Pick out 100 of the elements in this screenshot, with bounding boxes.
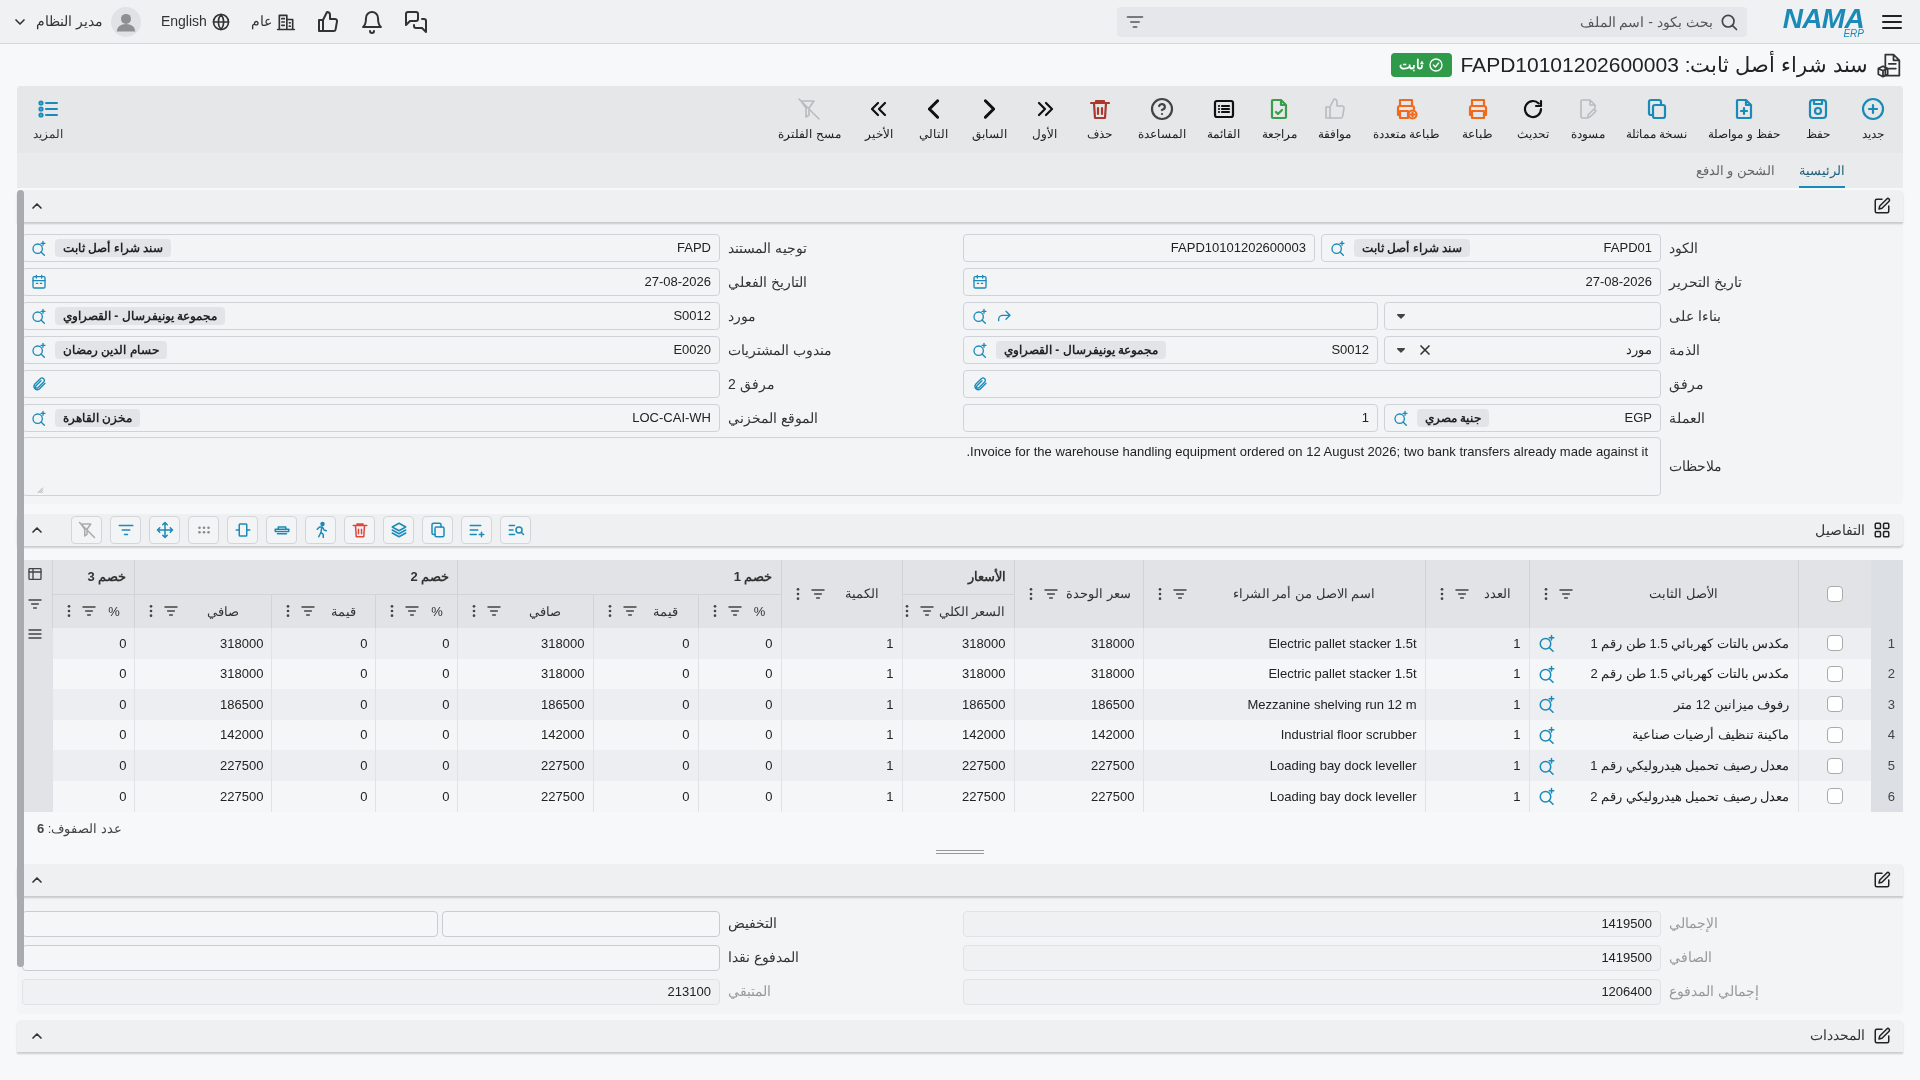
clear-icon[interactable] bbox=[1417, 342, 1433, 358]
input-field[interactable] bbox=[22, 910, 438, 937]
menu-icon[interactable] bbox=[26, 626, 43, 642]
calendar-icon[interactable] bbox=[972, 274, 988, 290]
run-button[interactable] bbox=[305, 516, 336, 544]
more-button[interactable]: المزيد bbox=[25, 96, 71, 143]
text-field[interactable]: 1 bbox=[963, 404, 1378, 432]
edit-icon[interactable] bbox=[1873, 1026, 1891, 1045]
row-checkbox[interactable] bbox=[1826, 788, 1843, 805]
refresh-button[interactable]: تحديث bbox=[1511, 90, 1555, 149]
search-plus-icon[interactable] bbox=[1393, 410, 1409, 426]
select-field[interactable]: مورد bbox=[1384, 336, 1661, 364]
edit-icon[interactable] bbox=[1873, 870, 1891, 889]
search-plus-icon[interactable] bbox=[31, 342, 47, 358]
calendar-icon[interactable] bbox=[31, 274, 47, 290]
input-field[interactable] bbox=[442, 910, 720, 937]
search-plus-icon[interactable] bbox=[1537, 726, 1556, 745]
column-header[interactable]: العدد bbox=[1473, 584, 1521, 604]
insert-row-button[interactable] bbox=[266, 516, 297, 544]
clear-filter-button[interactable] bbox=[71, 516, 102, 544]
paperclip-icon[interactable] bbox=[31, 376, 47, 392]
column-header[interactable]: صافي bbox=[183, 601, 264, 621]
delete-button[interactable]: حذف bbox=[1077, 90, 1122, 149]
search-plus-icon[interactable] bbox=[31, 308, 47, 324]
select-all-checkbox[interactable] bbox=[1826, 586, 1843, 602]
date-field[interactable]: 27-08-2026 bbox=[22, 268, 720, 296]
search-plus-icon[interactable] bbox=[1330, 240, 1346, 256]
save-button[interactable]: حفظ bbox=[1796, 90, 1840, 149]
multi-print-button[interactable]: طباعة متعددة bbox=[1367, 90, 1445, 149]
branch-button[interactable]: عام bbox=[250, 11, 296, 32]
column-header[interactable]: صافي bbox=[506, 601, 585, 621]
search-plus-icon[interactable] bbox=[1537, 787, 1556, 806]
duplicate-button[interactable]: نسخة مماثلة bbox=[1621, 90, 1693, 149]
copy-row-button[interactable] bbox=[422, 516, 453, 544]
list-button[interactable]: القائمة bbox=[1201, 90, 1246, 149]
paperclip-icon[interactable] bbox=[972, 376, 988, 392]
notes-field[interactable]: Invoice for the warehouse handling equipment ordered on 12 August 2026; two bank transfers already made against it. bbox=[22, 437, 1661, 496]
reference-field[interactable] bbox=[963, 302, 1378, 330]
grid-dots-button[interactable] bbox=[188, 516, 219, 544]
column-header[interactable]: اسم الاصل من أمر الشراء bbox=[1191, 584, 1417, 604]
column-header[interactable]: الكمية bbox=[829, 584, 894, 604]
search-plus-icon[interactable] bbox=[972, 342, 988, 358]
resize-handle[interactable] bbox=[936, 849, 984, 854]
table-icon[interactable] bbox=[26, 566, 43, 582]
share-icon[interactable] bbox=[996, 308, 1012, 324]
select-field[interactable] bbox=[1384, 302, 1661, 330]
search-plus-icon[interactable] bbox=[1537, 756, 1556, 775]
user-menu-button[interactable]: مدير النظام bbox=[12, 6, 141, 37]
search-plus-icon[interactable] bbox=[31, 240, 47, 256]
help-button[interactable]: المساعدة bbox=[1132, 90, 1191, 149]
search-plus-icon[interactable] bbox=[1537, 695, 1556, 714]
previous-button[interactable]: السابق bbox=[966, 90, 1012, 149]
delete-row-button[interactable] bbox=[344, 516, 375, 544]
filter-icon[interactable] bbox=[809, 586, 826, 602]
add-row-button[interactable] bbox=[461, 516, 492, 544]
filter-icon[interactable] bbox=[1453, 586, 1470, 602]
attachment-field[interactable] bbox=[963, 370, 1661, 398]
like-button[interactable] bbox=[315, 9, 340, 34]
column-header[interactable]: % bbox=[746, 601, 773, 621]
row-checkbox[interactable] bbox=[1826, 696, 1843, 713]
save-continue-button[interactable]: حفظ و مواصلة bbox=[1703, 90, 1785, 149]
search-plus-icon[interactable] bbox=[1537, 634, 1556, 653]
filter-button[interactable] bbox=[110, 516, 141, 544]
input-field[interactable] bbox=[22, 944, 720, 971]
column-header[interactable]: قيمة bbox=[320, 601, 368, 621]
review-button[interactable]: مراجعة bbox=[1256, 90, 1302, 149]
chat-button[interactable] bbox=[403, 9, 428, 34]
next-button[interactable]: التالي bbox=[911, 90, 956, 149]
first-button[interactable]: الأول bbox=[1022, 90, 1067, 149]
search-field[interactable]: بحث بكود - اسم الملف bbox=[1116, 6, 1747, 37]
column-header[interactable]: الأصل الثابت bbox=[1577, 584, 1790, 604]
scrollbar[interactable] bbox=[17, 190, 24, 967]
filter-icon[interactable] bbox=[1557, 586, 1574, 602]
new-button[interactable]: جديد bbox=[1851, 90, 1895, 149]
edit-icon[interactable] bbox=[1873, 197, 1891, 215]
row-checkbox[interactable] bbox=[1826, 665, 1843, 682]
attachment-field[interactable] bbox=[22, 370, 720, 398]
notifications-button[interactable] bbox=[359, 9, 384, 34]
move-button[interactable] bbox=[149, 516, 180, 544]
last-button[interactable]: الأخير bbox=[856, 90, 901, 149]
row-checkbox[interactable] bbox=[1826, 635, 1843, 652]
column-header[interactable]: السعر الكلي bbox=[938, 601, 1006, 621]
row-checkbox[interactable] bbox=[1826, 757, 1843, 774]
tab[interactable]: الشحن و الدفع bbox=[1695, 160, 1775, 188]
search-plus-icon[interactable] bbox=[972, 308, 988, 324]
search-list-button[interactable] bbox=[500, 516, 531, 544]
resize-grip-icon[interactable] bbox=[36, 486, 44, 494]
date-field[interactable]: 27-08-2026 bbox=[963, 268, 1661, 296]
layers-button[interactable] bbox=[383, 516, 414, 544]
column-width-button[interactable] bbox=[227, 516, 258, 544]
column-header[interactable]: سعر الوحدة bbox=[1062, 584, 1135, 604]
row-checkbox[interactable] bbox=[1826, 727, 1843, 744]
column-header[interactable]: % bbox=[101, 601, 127, 621]
language-button[interactable]: English bbox=[160, 11, 231, 32]
print-button[interactable]: طباعة bbox=[1456, 90, 1500, 149]
column-header[interactable]: قيمة bbox=[641, 601, 690, 621]
filter-icon[interactable] bbox=[1042, 586, 1059, 602]
text-field[interactable]: FAPD10101202600003 bbox=[963, 234, 1315, 262]
search-plus-icon[interactable] bbox=[31, 410, 47, 426]
tab[interactable]: الرئيسية bbox=[1799, 160, 1845, 188]
